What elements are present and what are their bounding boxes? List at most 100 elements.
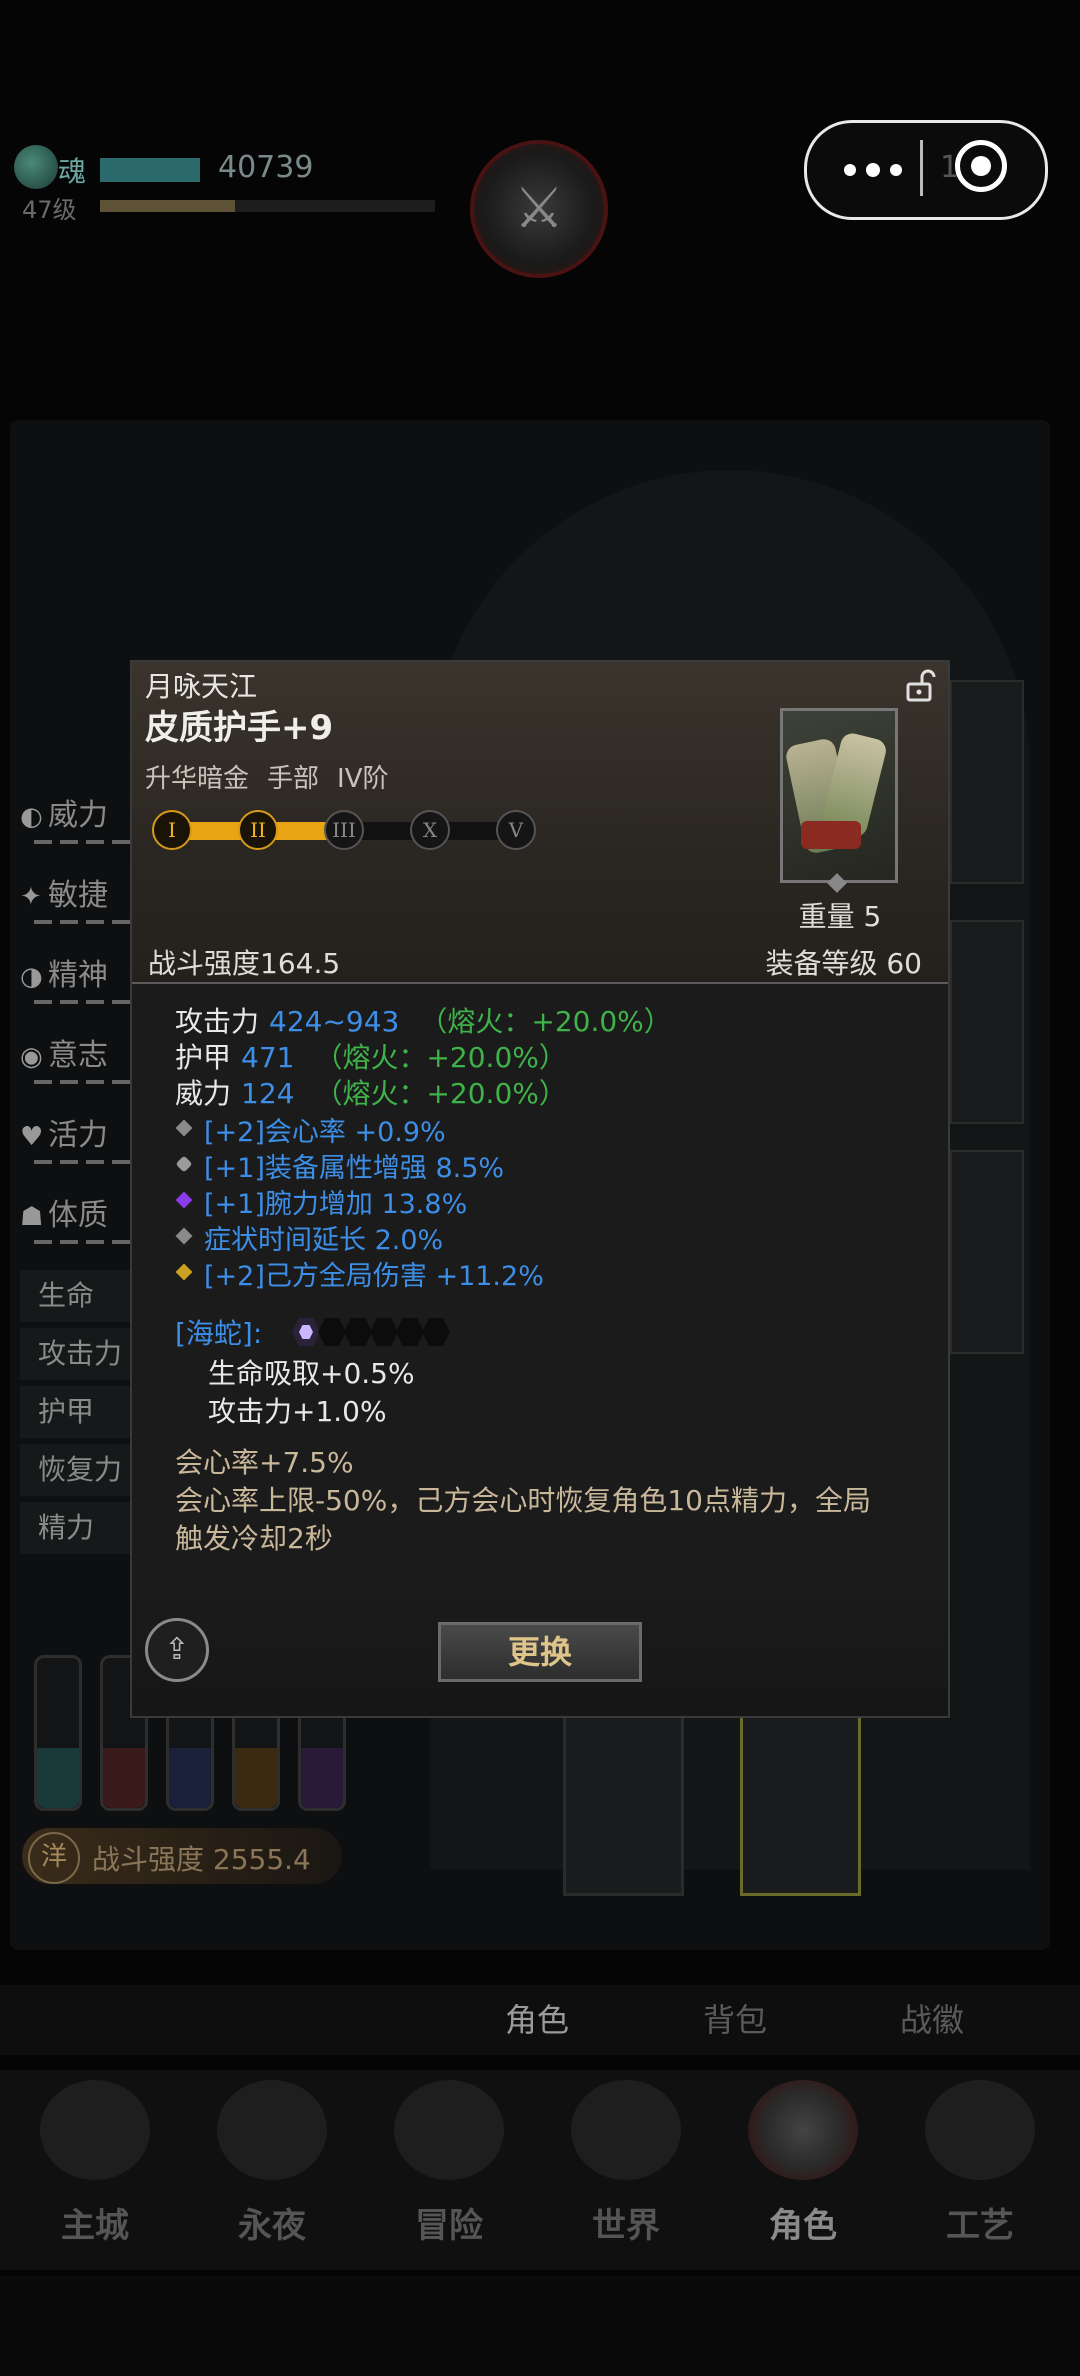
total-combat-power: 战斗强度 2555.4 — [92, 1843, 311, 1876]
attr-bonus: （熔火：+20.0%） — [314, 1041, 567, 1074]
nav-adventure[interactable]: 冒险 — [384, 2080, 514, 2270]
nav-label: 主城 — [61, 2206, 129, 2246]
equip-slot[interactable] — [950, 1150, 1024, 1354]
tab-emblem[interactable]: 战徽 — [900, 1995, 964, 2041]
affix-text: [+2]会心率 +0.9% — [204, 1117, 446, 1148]
stat-power: ◐ 威力 — [20, 790, 144, 844]
potion-slot[interactable] — [34, 1655, 82, 1811]
item-title: 皮质护手+9 — [145, 708, 334, 748]
item-quality: 升华暗金 — [145, 764, 250, 794]
tier-node-2: II — [238, 810, 278, 850]
night-sigil-icon — [217, 2080, 327, 2180]
attr-label: 攻击力 — [175, 1005, 260, 1038]
spirit-icon: ◑ — [20, 962, 43, 992]
swap-button[interactable]: 更换 — [438, 1622, 642, 1682]
nav-label: 工艺 — [946, 2206, 1014, 2246]
header-divider — [132, 982, 948, 984]
weapon-slot-offhand[interactable] — [563, 1700, 684, 1896]
more-dots-icon[interactable] — [836, 138, 916, 198]
stat-vitality: ♥ 活力 — [20, 1110, 144, 1164]
item-image — [780, 708, 898, 883]
attr-bonus: （熔火：+20.0%） — [419, 1005, 672, 1038]
set-progress-gems — [292, 1316, 457, 1348]
home-indicator-area — [0, 2276, 1080, 2376]
stat-will: ◉ 意志 — [20, 1030, 144, 1084]
special-effect-description: 会心率上限-50%，己方会心时恢复角色10点精力，全局触发冷却2秒 — [175, 1484, 871, 1555]
attr-value: 424~943 — [269, 1005, 400, 1038]
nav-label: 角色 — [769, 2206, 837, 2246]
soul-bar — [100, 158, 200, 182]
nav-crafting[interactable]: 工艺 — [915, 2080, 1045, 2270]
affix-text: [+2]己方全局伤害 +11.2% — [204, 1261, 544, 1292]
tab-backpack[interactable]: 背包 — [703, 1995, 767, 2041]
set-bonus-line: 攻击力+1.0% — [208, 1395, 387, 1428]
soul-value: 40739 — [218, 150, 314, 185]
total-combat-power-badge: 洋 战斗强度 2555.4 — [22, 1828, 342, 1884]
attr-value: 471 — [241, 1041, 295, 1074]
item-gear-level: 装备等级 60 — [765, 947, 922, 980]
soul-icon — [14, 145, 58, 189]
capsule-divider — [920, 140, 923, 196]
share-icon: ⇪ — [164, 1632, 190, 1667]
sub-stat-armor: 护甲 — [20, 1386, 140, 1438]
sub-stat-recovery: 恢复力 — [20, 1444, 140, 1496]
anvil-icon — [925, 2080, 1035, 2180]
agility-icon: ✦ — [20, 882, 42, 912]
stat-label: 敏捷 — [48, 878, 108, 913]
attr-power: 威力 124 （熔火：+20.0%） — [175, 1072, 567, 1112]
nav-label: 永夜 — [238, 2206, 306, 2246]
item-tier: IV阶 — [337, 764, 389, 794]
item-weight: 重量 5 — [798, 900, 882, 933]
item-set-name: 月咏天江 — [145, 670, 258, 703]
attr-label: 威力 — [175, 1077, 232, 1110]
sub-stat-attack: 攻击力 — [20, 1328, 140, 1380]
vitality-icon: ♥ — [20, 1122, 44, 1152]
item-combat-power: 战斗强度164.5 — [148, 947, 341, 980]
equip-slot[interactable] — [950, 680, 1024, 884]
will-icon: ◉ — [20, 1042, 43, 1072]
stat-agility: ✦ 敏捷 — [20, 870, 144, 924]
item-meta: 升华暗金 手部 IV阶 — [145, 758, 407, 795]
sub-stat-energy: 精力 — [20, 1502, 140, 1554]
stat-label: 意志 — [48, 1038, 108, 1073]
tab-character[interactable]: 角色 — [505, 1995, 569, 2041]
class-emblem-icon[interactable]: ⚔ — [470, 140, 608, 278]
nav-character[interactable]: 角色 — [738, 2080, 868, 2270]
stat-label: 威力 — [48, 798, 108, 833]
affix-text: [+1]腕力增加 13.8% — [204, 1189, 468, 1220]
affix-text: 症状时间延长 2.0% — [204, 1225, 444, 1256]
castle-icon — [40, 2080, 150, 2180]
attr-bonus: （熔火：+20.0%） — [314, 1077, 567, 1110]
stat-constitution: ☗ 体质 — [20, 1190, 144, 1244]
stat-spirit: ◑ 精神 — [20, 950, 144, 1004]
power-icon: ◐ — [20, 802, 43, 832]
constitution-icon: ☗ — [20, 1202, 44, 1232]
tier-node-1: I — [152, 810, 192, 850]
tier-node-5: Ⅴ — [496, 810, 536, 850]
sub-stat-life: 生命 — [20, 1270, 140, 1322]
equip-slot[interactable] — [950, 920, 1024, 1124]
player-level: 47级 — [22, 196, 77, 224]
share-button[interactable]: ⇪ — [145, 1618, 209, 1682]
weapon-slot-main[interactable] — [740, 1700, 861, 1896]
attr-attack: 攻击力 424~943 （熔火：+20.0%） — [175, 1000, 672, 1040]
set-bonus-title: [海蛇]: — [175, 1317, 263, 1350]
xp-bar-fill — [100, 200, 235, 212]
attr-armor: 护甲 471 （熔火：+20.0%） — [175, 1036, 567, 1076]
unlock-icon[interactable] — [902, 668, 938, 704]
nav-main-city[interactable]: 主城 — [30, 2080, 160, 2270]
soul-label: 魂 — [58, 155, 87, 188]
affix-text: [+1]装备属性增强 8.5% — [204, 1153, 505, 1184]
sword-crest-icon — [394, 2080, 504, 2180]
attr-label: 护甲 — [175, 1041, 232, 1074]
nav-label: 世界 — [592, 2206, 660, 2246]
item-slot: 手部 — [267, 764, 320, 794]
nav-eternal-night[interactable]: 永夜 — [207, 2080, 337, 2270]
helmet-icon — [748, 2080, 858, 2180]
stat-label: 精神 — [48, 958, 108, 993]
close-target-icon[interactable] — [955, 140, 1007, 192]
attr-value: 124 — [241, 1077, 295, 1110]
set-bonus-line: 生命吸取+0.5% — [208, 1357, 415, 1390]
nav-label: 冒险 — [415, 2206, 483, 2246]
nav-world[interactable]: 世界 — [561, 2080, 691, 2270]
